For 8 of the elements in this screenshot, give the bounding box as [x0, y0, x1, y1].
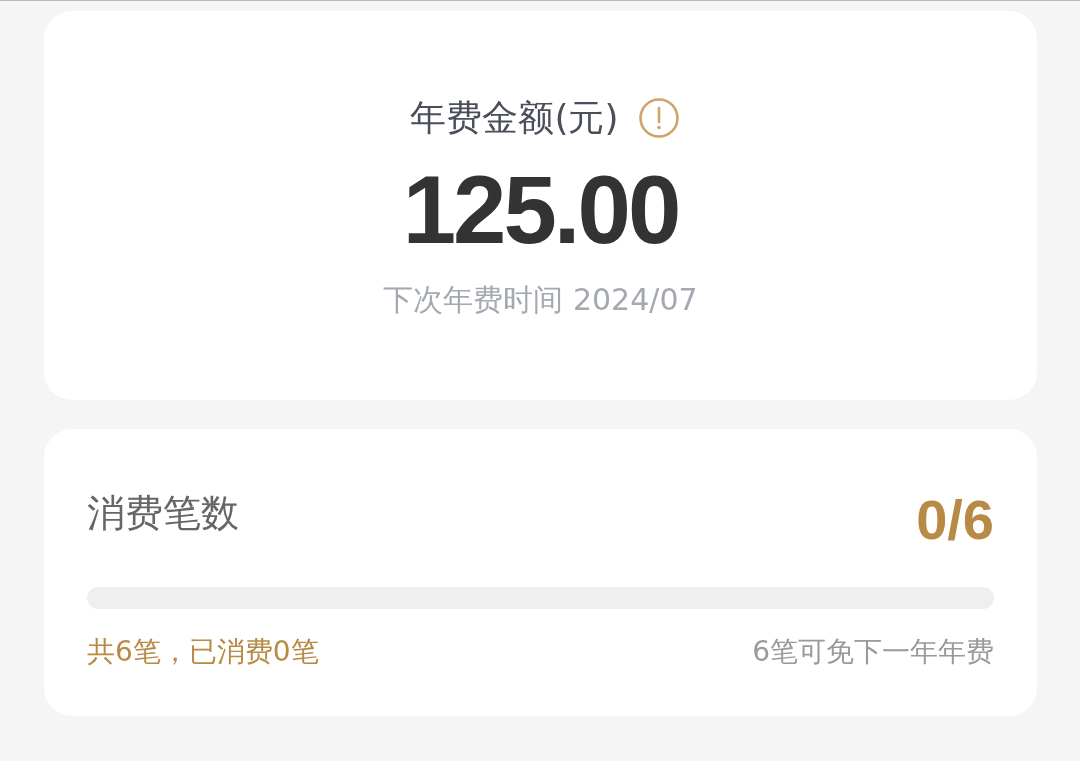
fee-waiver-note: 6笔可免下一年年费 [752, 634, 994, 670]
progress-note: 共6笔，已消费0笔 [87, 634, 319, 670]
exclamation-circle-icon[interactable] [638, 98, 679, 138]
transaction-count-title: 消费笔数 [87, 490, 239, 537]
transaction-count-value: 0/6 [916, 488, 994, 552]
next-fee-date: 下次年费时间 2024/07 [383, 282, 698, 318]
fee-amount: 125.00 [402, 160, 679, 260]
fee-title: 年费金额(元) [410, 96, 619, 140]
